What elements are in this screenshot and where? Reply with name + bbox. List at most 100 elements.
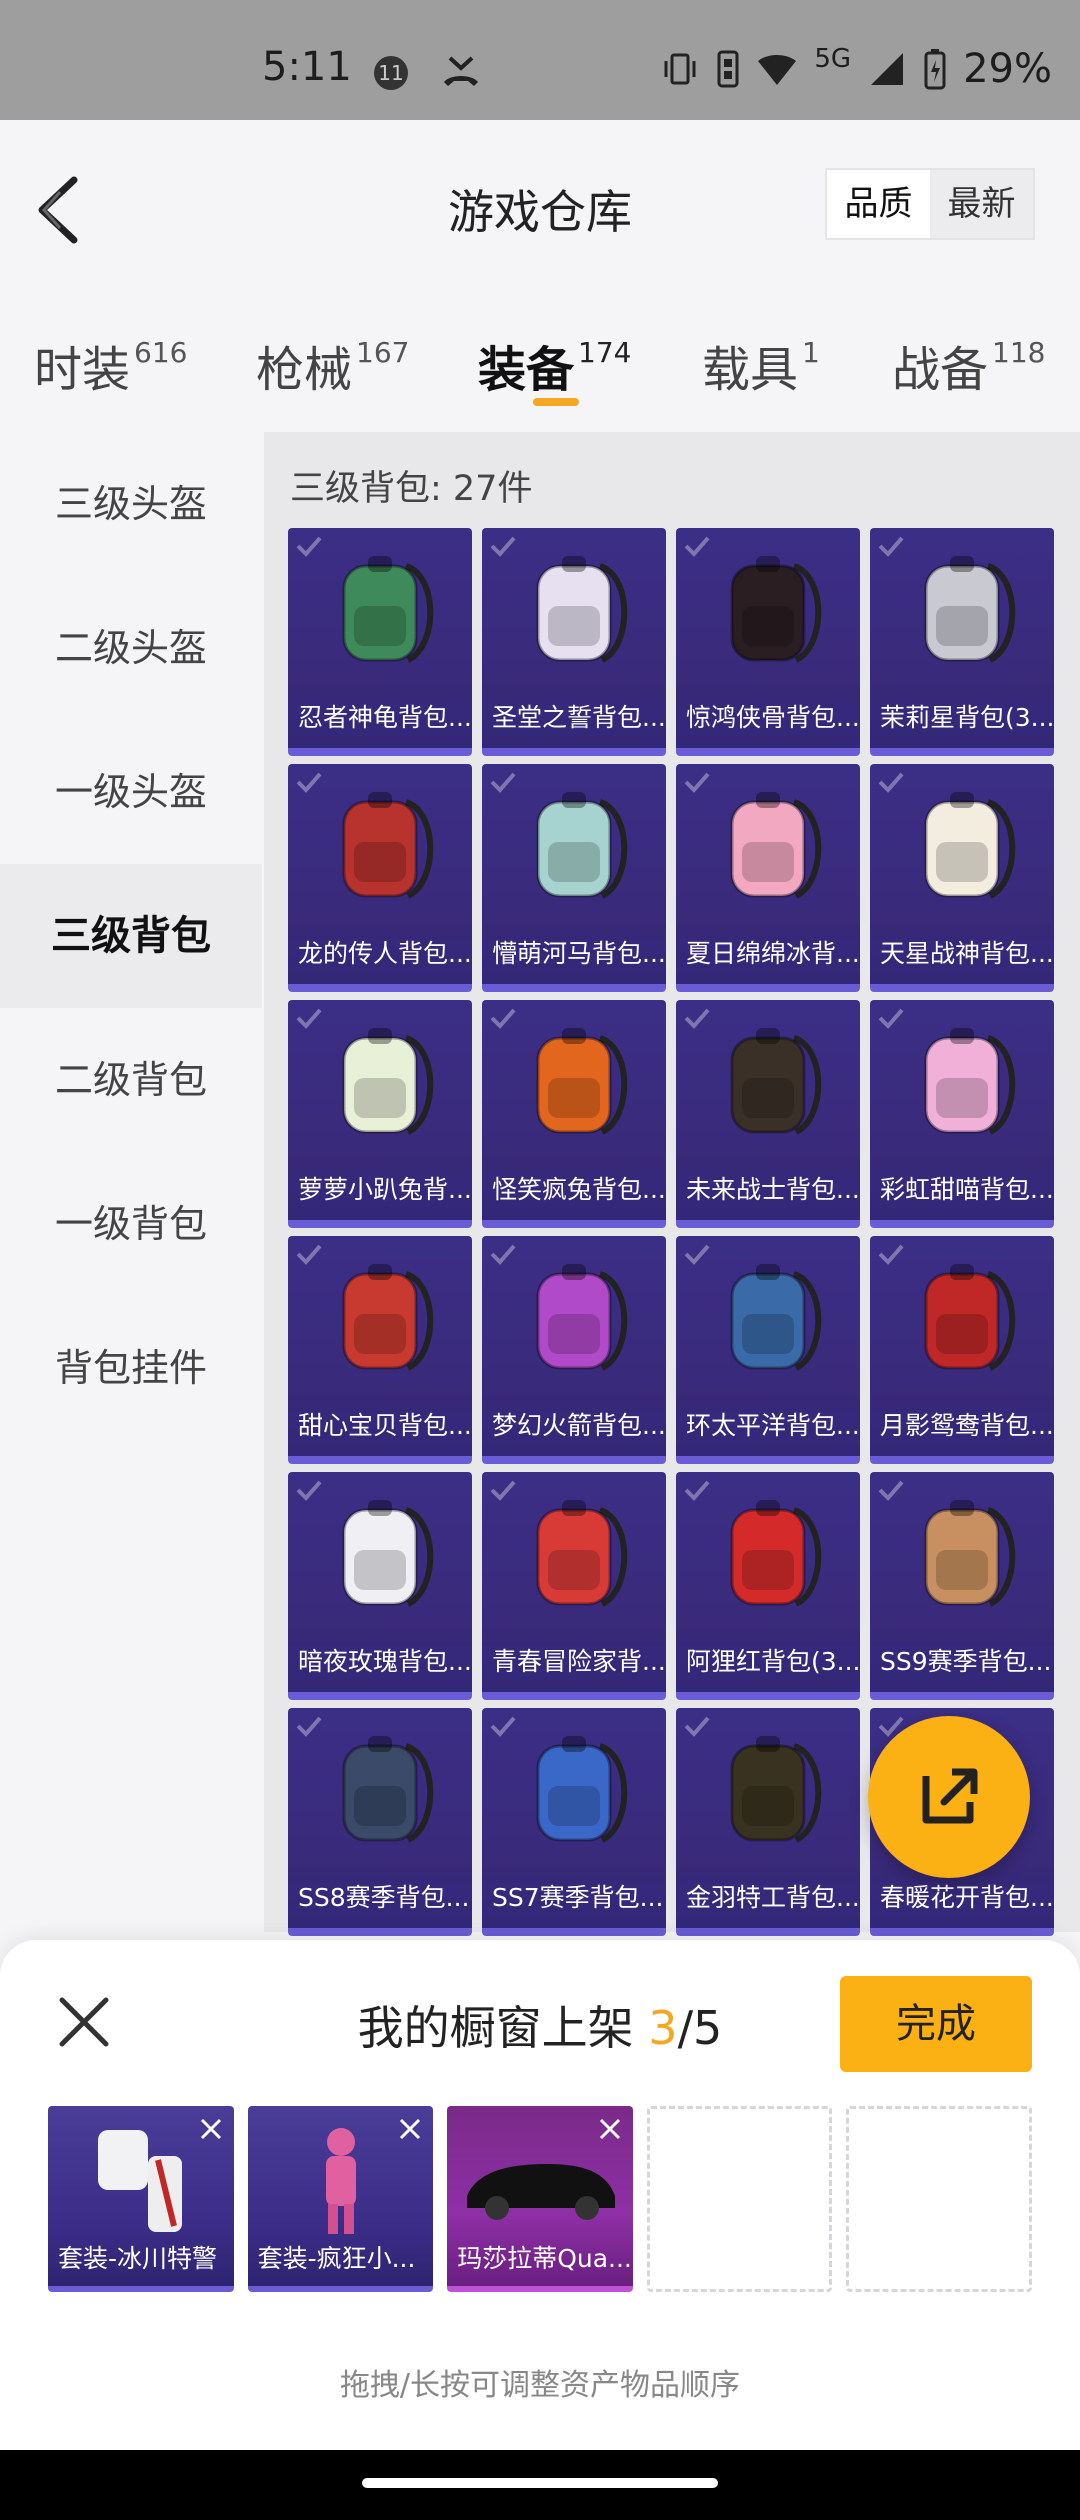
share-icon — [922, 1768, 978, 1824]
angel-backpack-icon — [536, 556, 628, 663]
tab-label: 枪械 — [256, 342, 353, 398]
backpack-item-card[interactable]: 青春冒险家背... — [482, 1472, 666, 1700]
tactical-backpack-icon — [730, 1028, 822, 1135]
home-gesture-handle[interactable] — [362, 2478, 718, 2488]
slot-name: 套装-冰川特警 — [58, 2244, 218, 2273]
sidebar-item-level2-helmet[interactable]: 二级头盔 — [0, 576, 262, 720]
backpack-item-card[interactable]: 天星战神背包... — [870, 764, 1054, 992]
sort-newest-option[interactable]: 最新 — [930, 170, 1033, 238]
hippo-backpack-icon — [536, 792, 628, 899]
backpack-item-card[interactable]: 月影鸳鸯背包... — [870, 1236, 1054, 1464]
done-button[interactable]: 完成 — [840, 1976, 1032, 2072]
item-name: 阿狸红背包(3... — [676, 1632, 860, 1692]
tab-weapons[interactable]: 枪械 167 — [256, 330, 409, 400]
item-name: SS8赛季背包... — [288, 1868, 472, 1928]
tab-supplies[interactable]: 战备 118 — [892, 330, 1045, 400]
item-name: 圣堂之誓背包... — [482, 688, 666, 748]
item-name: 环太平洋背包... — [676, 1396, 860, 1456]
backpack-item-card[interactable]: 惊鸿侠骨背包... — [676, 528, 860, 756]
backpack-item-card[interactable]: 圣堂之誓背包... — [482, 528, 666, 756]
showcase-slots: 套装-冰川特警 套装-疯狂小... 玛莎拉蒂Qua... — [48, 2106, 1032, 2292]
item-name: 未来战士背包... — [676, 1160, 860, 1220]
sidebar-item-level1-backpack[interactable]: 一级背包 — [0, 1152, 262, 1296]
battery-icon — [924, 49, 946, 90]
tab-vehicles[interactable]: 载具 1 — [702, 330, 820, 400]
backpack-item-card[interactable]: SS7赛季背包... — [482, 1708, 666, 1936]
crazy-rabbit-backpack-icon — [536, 1028, 628, 1135]
header: 游戏仓库 品质 最新 — [0, 120, 1080, 290]
backpack-item-card[interactable]: 龙的传人背包... — [288, 764, 472, 992]
backpack-item-card[interactable]: SS9赛季背包... — [870, 1472, 1054, 1700]
sidebar-item-level3-backpack[interactable]: 三级背包 — [0, 864, 262, 1008]
item-name: 茉莉星背包(3... — [870, 688, 1054, 748]
battery-percent: 29% — [963, 46, 1052, 92]
backpack-item-card[interactable]: 甜心宝贝背包... — [288, 1236, 472, 1464]
backpack-item-card[interactable]: 阿狸红背包(3... — [676, 1472, 860, 1700]
backpack-item-card[interactable]: 忍者神龟背包... — [288, 528, 472, 756]
tab-count: 616 — [134, 336, 188, 369]
wifi-icon — [758, 55, 797, 85]
backpack-item-card[interactable]: 暗夜玫瑰背包... — [288, 1472, 472, 1700]
backpack-item-card[interactable]: 环太平洋背包... — [676, 1236, 860, 1464]
sort-toggle: 品质 最新 — [825, 168, 1035, 240]
plush-backpack-icon — [342, 1500, 434, 1607]
empty-slot[interactable] — [846, 2106, 1032, 2292]
backpack-item-card[interactable]: 茉莉星背包(3... — [870, 528, 1054, 756]
network-type: 5G — [814, 44, 852, 74]
active-tab-indicator — [533, 398, 579, 406]
backpack-item-card[interactable]: 彩虹甜喵背包... — [870, 1000, 1054, 1228]
tab-label: 载具 — [702, 342, 799, 398]
backpack-item-card[interactable]: 怪笑疯兔背包... — [482, 1000, 666, 1228]
item-name: 金羽特工背包... — [676, 1868, 860, 1928]
backpack-item-card[interactable]: 萝萝小趴兔背... — [288, 1000, 472, 1228]
tab-equipment[interactable]: 装备 174 — [478, 330, 631, 400]
ss7-backpack-icon — [536, 1736, 628, 1843]
showcase-slot[interactable]: 套装-疯狂小... — [247, 2106, 434, 2292]
turtle-backpack-icon — [342, 556, 434, 663]
signal-icon — [871, 53, 904, 85]
red-dino-backpack-icon — [536, 1500, 628, 1607]
tab-count: 167 — [356, 336, 410, 369]
rainbow-cat-backpack-icon — [924, 1028, 1016, 1135]
red-backpack-icon — [342, 792, 434, 899]
backpack-item-card[interactable]: 未来战士背包... — [676, 1000, 860, 1228]
phoenix-backpack-icon — [924, 1264, 1016, 1371]
sim-icon — [717, 50, 739, 88]
tab-label: 战备 — [892, 342, 989, 398]
backpack-item-card[interactable]: 夏日绵绵冰背... — [676, 764, 860, 992]
empty-slot[interactable] — [646, 2106, 833, 2292]
tab-fashion[interactable]: 时装 616 — [34, 330, 187, 400]
slot-name: 套装-疯狂小... — [257, 2244, 416, 2273]
white-gold-backpack-icon — [924, 792, 1016, 899]
sidebar-item-level3-helmet[interactable]: 三级头盔 — [0, 432, 262, 576]
showcase-slot[interactable]: 套装-冰川特警 — [48, 2106, 234, 2292]
showcase-slot[interactable]: 玛莎拉蒂Qua... — [447, 2106, 633, 2292]
gold-feather-backpack-icon — [730, 1736, 822, 1843]
tab-count: 174 — [578, 336, 632, 369]
tab-count: 118 — [992, 336, 1046, 369]
backpack-item-card[interactable]: 金羽特工背包... — [676, 1708, 860, 1936]
sidebar-item-level1-helmet[interactable]: 一级头盔 — [0, 720, 262, 864]
item-name: 青春冒险家背... — [482, 1632, 666, 1692]
item-name: 龙的传人背包... — [288, 924, 472, 984]
sidebar-item-level2-backpack[interactable]: 二级背包 — [0, 1008, 262, 1152]
ss8-backpack-icon — [342, 1736, 434, 1843]
sidebar-item-backpack-charm[interactable]: 背包挂件 — [0, 1296, 262, 1440]
dark-backpack-icon — [730, 556, 822, 663]
mech-backpack-icon — [730, 1264, 822, 1371]
item-name: 彩虹甜喵背包... — [870, 1160, 1054, 1220]
item-name: 萝萝小趴兔背... — [288, 1160, 472, 1220]
share-button[interactable] — [868, 1716, 1030, 1878]
backpack-item-card[interactable]: 梦幻火箭背包... — [482, 1236, 666, 1464]
black-car-icon — [467, 2164, 616, 2220]
backpack-item-card[interactable]: 懵萌河马背包... — [482, 764, 666, 992]
item-name: 天星战神背包... — [870, 924, 1054, 984]
item-name: 懵萌河马背包... — [482, 924, 666, 984]
silver-backpack-icon — [924, 556, 1016, 663]
backpack-item-card[interactable]: SS8赛季背包... — [288, 1708, 472, 1936]
white-suit-icon — [98, 2130, 182, 2232]
notification-badge: 11 — [374, 56, 408, 90]
item-name: 梦幻火箭背包... — [482, 1396, 666, 1456]
ss9-backpack-icon — [924, 1500, 1016, 1607]
sort-quality-option[interactable]: 品质 — [827, 170, 930, 238]
